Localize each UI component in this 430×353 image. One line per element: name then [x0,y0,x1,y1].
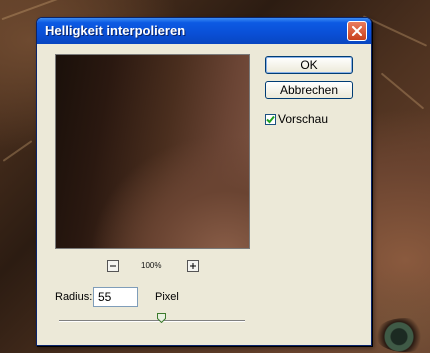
eye [375,318,430,352]
close-icon [352,26,362,36]
unit-label: Pixel [155,291,179,303]
zoom-level: 100% [141,261,162,270]
preview-image[interactable] [55,54,250,249]
zoom-out-button[interactable] [107,260,119,272]
radius-slider-track[interactable] [59,320,245,322]
minus-icon [110,265,116,267]
radius-slider-thumb[interactable] [156,313,166,323]
preview-checkbox[interactable] [265,113,276,125]
close-button[interactable] [347,21,367,41]
dialog-title: Helligkeit interpolieren [45,23,186,38]
hair-strand [380,72,425,110]
zoom-in-button[interactable] [187,260,199,272]
plus-icon [190,263,196,269]
ok-button[interactable]: OK [265,56,353,74]
radius-input[interactable] [93,287,138,307]
cancel-button[interactable]: Abbrechen [265,81,353,99]
interpolate-brightness-dialog: Helligkeit interpolieren 100% Radius: Pi… [36,17,372,346]
radius-label: Radius: [55,291,93,303]
checkmark-icon [266,115,275,123]
preview-checkbox-row[interactable]: Vorschau [265,112,328,126]
hair-strand [362,15,428,47]
preview-checkbox-label: Vorschau [278,112,329,126]
hair-strand [2,140,33,162]
title-bar[interactable]: Helligkeit interpolieren [37,18,371,44]
